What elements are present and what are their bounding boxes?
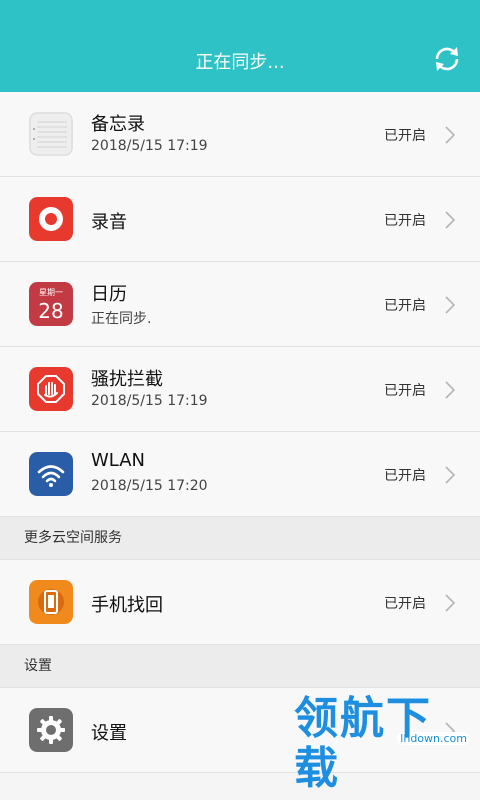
sync-icon <box>435 47 459 71</box>
chevron-right-icon <box>445 211 456 229</box>
section-header-more-services: 更多云空间服务 <box>0 517 480 560</box>
calendar-icon-day: 28 <box>38 299 63 323</box>
watermark-brand: 领航下载 <box>294 693 432 794</box>
chevron-right-icon <box>445 296 456 314</box>
list-item-wlan[interactable]: WLAN 2018/5/15 17:20 已开启 <box>0 432 480 517</box>
sync-list: 备忘录 2018/5/15 17:19 已开启 录音 已开启 星期一 28 日历… <box>0 92 480 773</box>
item-sync-status: 正在同步. <box>91 311 152 327</box>
item-name: 设置 <box>91 723 127 744</box>
recorder-icon <box>29 197 73 241</box>
block-icon <box>29 367 73 411</box>
item-status: 已开启 <box>384 596 426 612</box>
notes-icon <box>29 112 73 156</box>
list-item-block[interactable]: 骚扰拦截 2018/5/15 17:19 已开启 <box>0 347 480 432</box>
chevron-right-icon <box>445 126 456 144</box>
wifi-icon <box>29 452 73 496</box>
sync-button[interactable] <box>430 42 464 76</box>
chevron-right-icon <box>445 466 456 484</box>
item-name: 备忘录 <box>91 114 145 135</box>
chevron-right-icon <box>445 594 456 612</box>
item-name: WLAN <box>91 450 146 471</box>
chevron-right-icon <box>445 381 456 399</box>
item-name: 手机找回 <box>91 595 163 616</box>
item-name: 日历 <box>91 284 127 305</box>
calendar-icon-weekday: 星期一 <box>39 288 63 297</box>
page-title: 正在同步... <box>195 52 285 73</box>
item-status: 已开启 <box>384 213 426 229</box>
item-status: 已开启 <box>384 298 426 314</box>
item-sync-time: 2018/5/15 17:20 <box>91 478 208 494</box>
item-sync-time: 2018/5/15 17:19 <box>91 138 208 154</box>
item-name: 骚扰拦截 <box>91 369 163 390</box>
watermark: lhdown.com 领航下载 <box>294 694 474 794</box>
section-header-settings: 设置 <box>0 645 480 688</box>
item-name: 录音 <box>91 212 127 233</box>
item-status: 已开启 <box>384 383 426 399</box>
list-item-find-phone[interactable]: 手机找回 已开启 <box>0 560 480 645</box>
gear-icon <box>29 708 73 752</box>
list-item-calendar[interactable]: 星期一 28 日历 正在同步. 已开启 <box>0 262 480 347</box>
list-item-recorder[interactable]: 录音 已开启 <box>0 177 480 262</box>
item-status: 已开启 <box>384 468 426 484</box>
find-phone-icon <box>29 580 73 624</box>
item-sync-time: 2018/5/15 17:19 <box>91 393 208 409</box>
header-bar: 正在同步... <box>0 0 480 92</box>
item-status: 已开启 <box>384 128 426 144</box>
list-item-notes[interactable]: 备忘录 2018/5/15 17:19 已开启 <box>0 92 480 177</box>
calendar-icon: 星期一 28 <box>29 282 73 326</box>
